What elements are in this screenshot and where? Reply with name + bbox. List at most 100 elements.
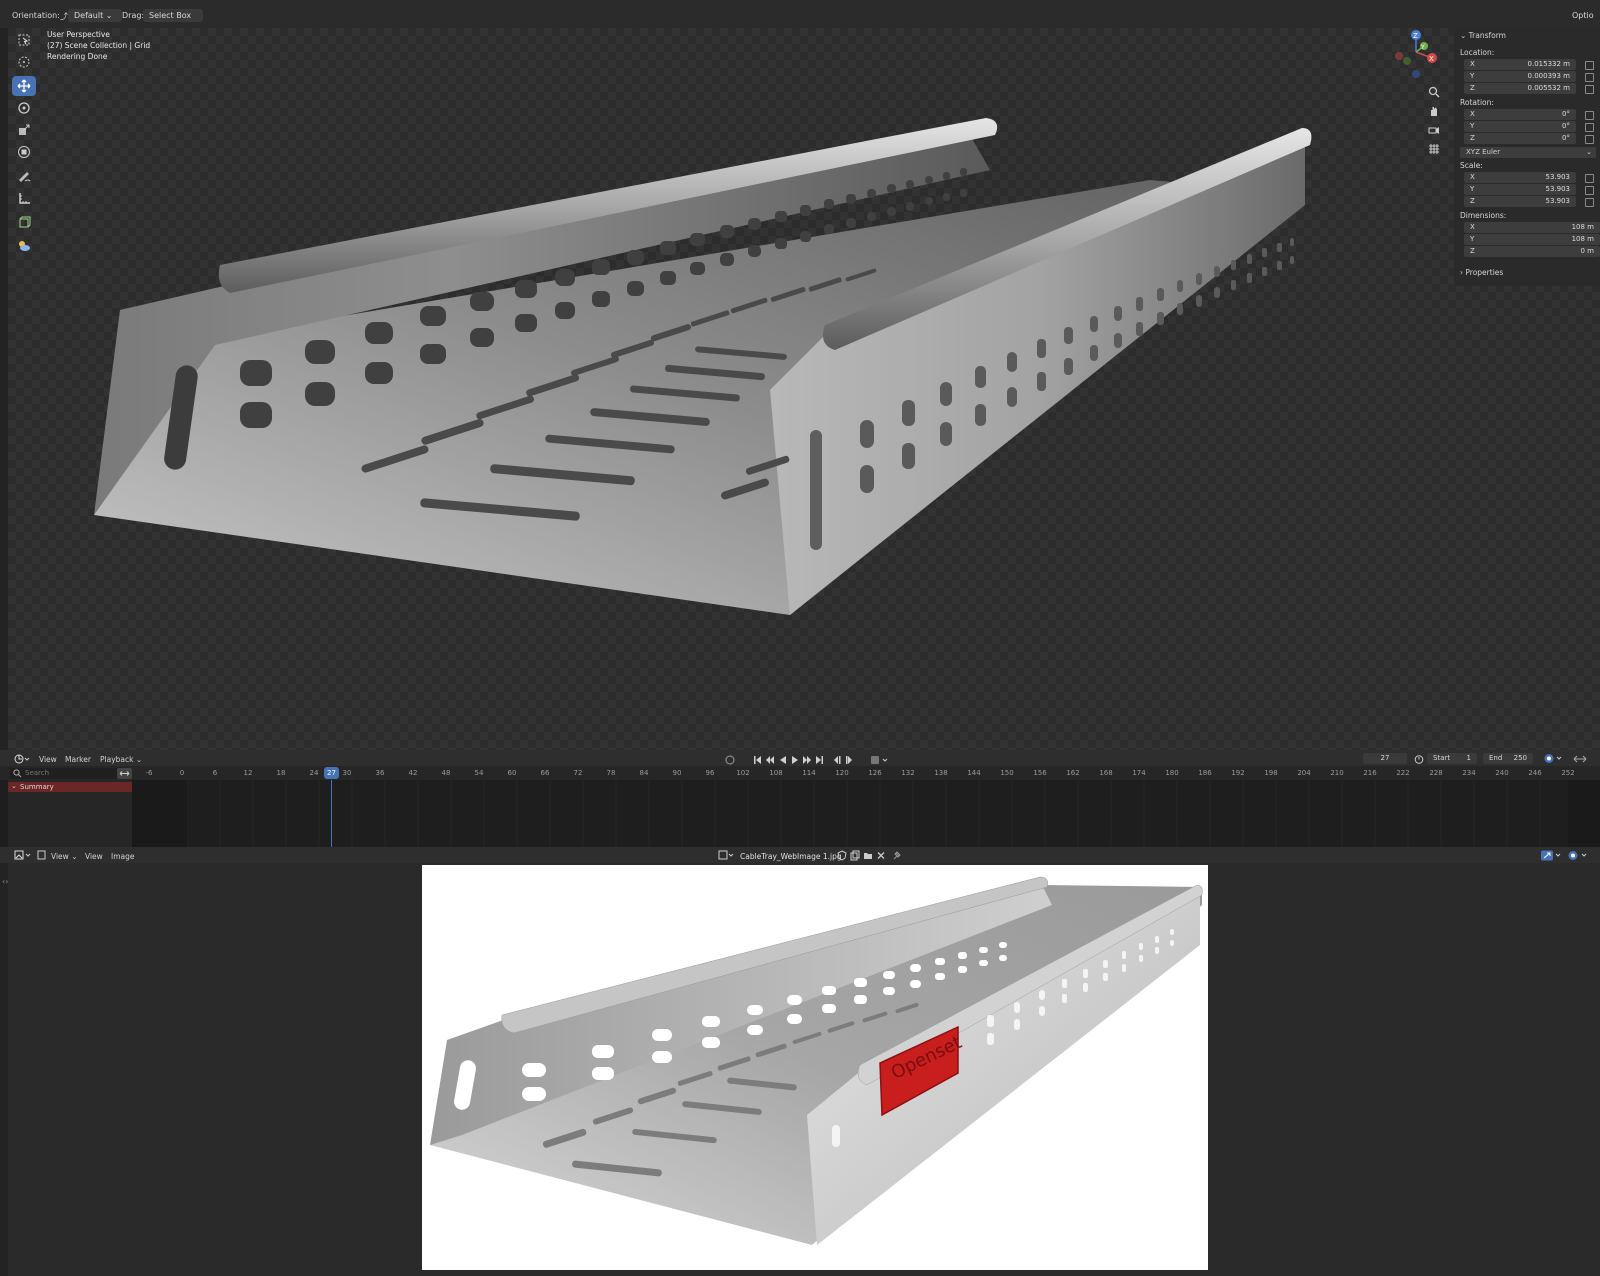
move-tool-icon[interactable] [12,76,36,96]
image-filename[interactable]: CableTray_WebImage 1.jpg [740,852,842,861]
axis-label: Z [1470,84,1475,92]
playhead-handle[interactable]: 27 [324,767,339,779]
dimensions-x-field[interactable]: X 108 m [1464,222,1600,233]
measure-tool-icon[interactable] [12,188,36,208]
lock-icon[interactable] [1585,123,1594,132]
scale-x-field[interactable]: X 53.903 [1464,172,1576,183]
fake-user-shield-icon[interactable] [837,850,847,861]
annotate-tool-icon[interactable] [12,166,36,186]
rotate-tool-icon[interactable] [12,98,36,118]
timeline-menu-marker[interactable]: Marker [65,755,91,764]
timeline-tick-label: 108 [769,769,783,777]
timeline-tick-label: 144 [967,769,981,777]
timeline-tick-label: 240 [1495,769,1509,777]
summary-channel[interactable]: ⌄ Summary [8,782,132,792]
select-box-tool-icon[interactable] [12,30,36,50]
image-menu-image[interactable]: Image [111,852,135,861]
image-browse-icon[interactable] [718,850,734,861]
lock-icon[interactable] [1585,85,1594,94]
location-y-field[interactable]: Y 0.000393 m [1464,71,1576,82]
search-icon [13,769,22,780]
axis-label: X [1470,223,1475,231]
transform-header[interactable]: ⌄ Transform [1460,31,1506,40]
weather-tool-icon[interactable] [12,236,36,256]
lock-icon[interactable] [1585,198,1594,207]
overlay-toggle-icon[interactable] [1567,850,1591,861]
lock-icon[interactable] [1585,111,1594,120]
image-mode-icon[interactable] [37,850,46,860]
properties-header[interactable]: › Properties [1460,268,1503,277]
rotation-z-field[interactable]: Z 0° [1464,133,1576,144]
image-menu-view-dropdown[interactable]: View ⌄ [51,852,77,861]
dimensions-z-field[interactable]: Z 0 m [1464,246,1600,257]
rotation-label: Rotation: [1460,98,1494,107]
record-icon[interactable] [724,755,736,765]
timeline-tick-label: 6 [212,769,218,777]
gizmo-toggle-icon[interactable] [1540,850,1564,861]
timeline-tick-label: 114 [802,769,816,777]
options-tab[interactable]: Optio [1568,9,1600,22]
lock-icon[interactable] [1585,174,1594,183]
scale-tool-icon[interactable] [12,120,36,140]
timeline-tick-label: 120 [835,769,849,777]
pan-hand-icon[interactable] [1428,105,1440,119]
camera-icon[interactable] [1428,124,1440,138]
start-frame-field[interactable]: Start 1 [1427,753,1477,764]
scale-label: Scale: [1460,161,1483,170]
timeline-tick-label: 72 [573,769,583,777]
stopwatch-icon[interactable] [1414,754,1424,764]
location-x-field[interactable]: X 0.015332 m [1464,59,1576,70]
search-input[interactable]: Search [10,768,130,779]
cable-tray-model[interactable] [90,110,1340,640]
swap-icon[interactable] [117,768,132,779]
dimensions-y-field[interactable]: Y 108 m [1464,234,1600,245]
field-value: 0° [1562,122,1570,130]
close-icon[interactable] [876,850,886,861]
pin-icon[interactable] [892,850,902,861]
transform-tool-icon[interactable] [12,142,36,162]
end-frame-field[interactable]: End 250 [1483,753,1533,764]
image-menu-view[interactable]: View [85,852,103,861]
scale-z-field[interactable]: Z 53.903 [1464,196,1576,207]
gizmo-x-label: X [1429,55,1434,63]
dimensions-label: Dimensions: [1460,211,1507,220]
location-z-field[interactable]: Z 0.005532 m [1464,83,1576,94]
playback-label: Playback [100,755,134,764]
playhead-line [331,780,332,847]
drag-dropdown[interactable]: Select Box ⌄ [143,9,203,33]
lock-icon[interactable] [1585,186,1594,195]
view-options-icon[interactable] [1543,753,1567,764]
editor-type-icon[interactable] [14,754,30,764]
add-cube-tool-icon[interactable] [12,212,36,232]
timeline-tick-label: 60 [507,769,517,777]
lock-icon[interactable] [1585,73,1594,82]
field-value: 53.903 [1545,185,1571,193]
expand-icon[interactable] [1573,754,1587,764]
left-edge [0,28,8,1276]
rotation-x-field[interactable]: X 0° [1464,109,1576,120]
navigation-gizmo[interactable]: Z X Y [1390,28,1442,84]
axis-label: Y [1470,235,1475,243]
keying-icon[interactable] [869,755,893,765]
field-value: 0.000393 m [1527,72,1570,80]
orientation-dropdown[interactable]: Default ⌄ [68,9,122,22]
lock-icon[interactable] [1585,61,1594,70]
duplicate-icon[interactable] [850,850,860,861]
rotation-y-field[interactable]: Y 0° [1464,121,1576,132]
rotation-mode-dropdown[interactable]: XYZ Euler ⌄ [1460,147,1596,158]
grid-view-icon[interactable] [1428,143,1440,157]
image-editor-type-icon[interactable] [14,850,32,860]
timeline-menu-playback[interactable]: Playback ⌄ [100,755,142,764]
zoom-icon[interactable] [1428,86,1440,100]
viewport-status: Rendering Done [47,52,108,61]
folder-icon[interactable] [863,850,873,861]
scale-y-field[interactable]: Y 53.903 [1464,184,1576,195]
timeline-ruler[interactable] [0,766,1600,780]
timeline-menu-view[interactable]: View [39,755,57,764]
collapse-arrow-icon[interactable]: ‹› [2,877,8,886]
end-value: 250 [1513,754,1527,762]
lock-icon[interactable] [1585,135,1594,144]
timeline-tick-label: 96 [705,769,715,777]
cursor-tool-icon[interactable] [12,52,36,72]
current-frame-field[interactable]: 27 [1363,753,1407,764]
